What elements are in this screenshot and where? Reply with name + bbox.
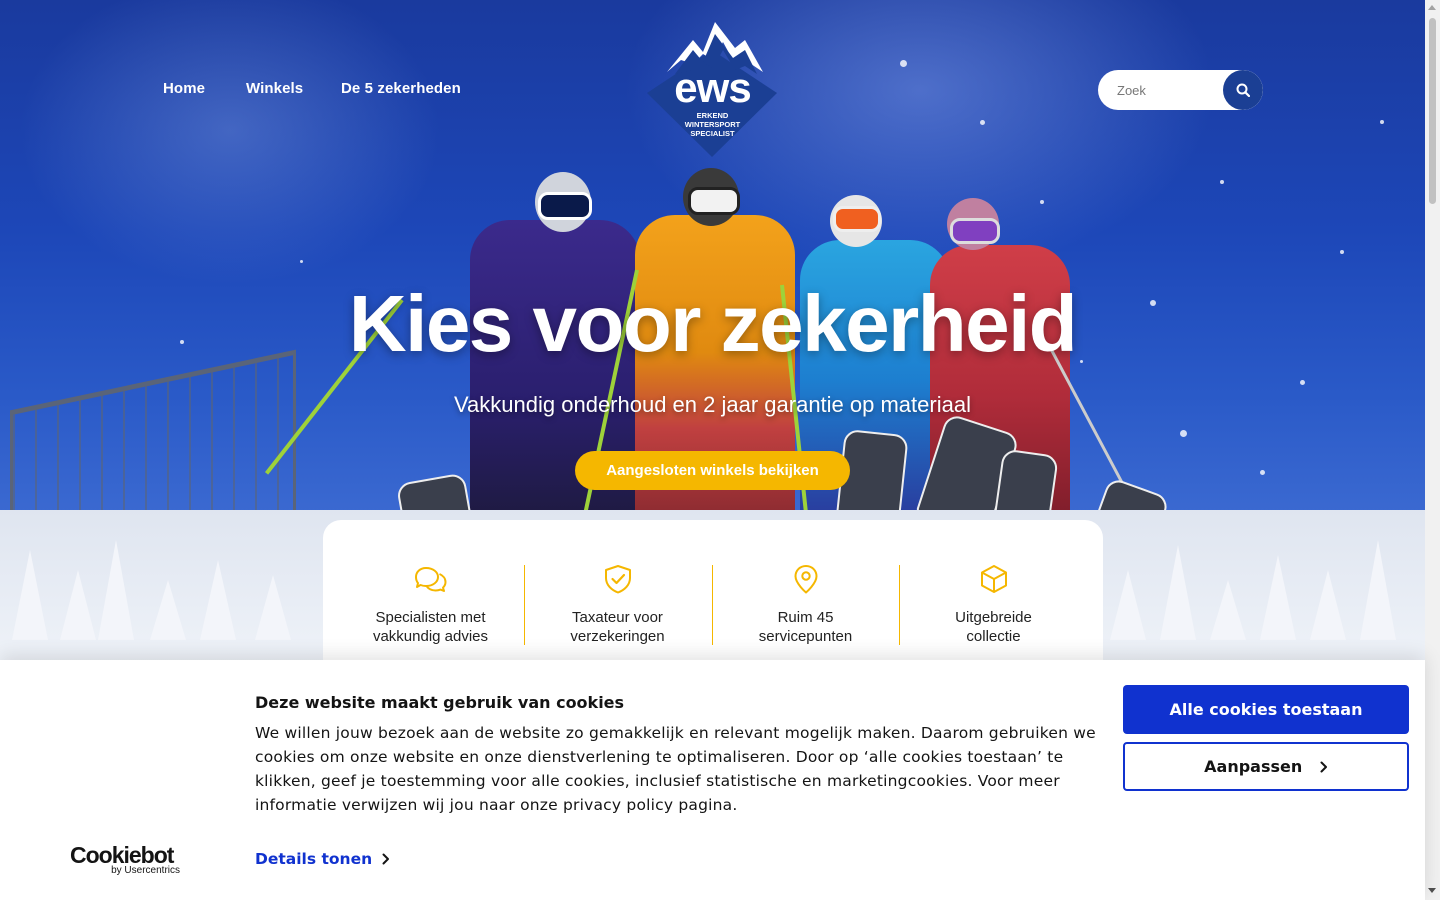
show-details-link[interactable]: Details tonen [255, 850, 390, 868]
nav-link-5-zekerheden[interactable]: De 5 zekerheden [341, 80, 461, 97]
skier-goggles [833, 206, 881, 232]
usp-card: Specialisten met vakkundig advies Taxate… [323, 520, 1103, 660]
cookiebot-logo: Cookiebot by Usercentrics [70, 843, 180, 876]
pine-tree [1110, 570, 1146, 640]
box-icon [980, 565, 1007, 593]
scroll-up-arrow[interactable] [1428, 5, 1436, 10]
skier-goggles [538, 192, 592, 220]
cookie-body-text: We willen jouw bezoek aan de website zo … [255, 724, 1096, 814]
usp-label-line2: servicepunten [758, 628, 853, 645]
customize-cookies-button[interactable]: Aanpassen [1123, 742, 1409, 791]
usp-item-service-points: Ruim 45 servicepunten [712, 564, 899, 646]
snow-particle [300, 260, 303, 263]
pine-tree [255, 575, 291, 640]
map-pin-icon [794, 565, 817, 594]
snow-particle [1380, 120, 1384, 124]
search-icon [1236, 83, 1250, 97]
pine-tree [60, 570, 96, 640]
snow-particle [1180, 430, 1187, 437]
allow-all-cookies-button[interactable]: Alle cookies toestaan [1123, 685, 1409, 734]
chat-bubbles-icon [414, 567, 446, 592]
usp-label-line2: collectie [966, 628, 1021, 645]
snow-particle [1300, 380, 1305, 385]
view-stores-button[interactable]: Aangesloten winkels bekijken [575, 451, 850, 490]
usp-label-line2: vakkundig advies [372, 628, 489, 645]
hero-title: Kies voor zekerheid [348, 279, 1078, 368]
usp-item-advice: Specialisten met vakkundig advies [337, 564, 524, 646]
usp-label-line1: Ruim 45 [777, 609, 834, 626]
usp-label-line1: Specialisten met [375, 609, 486, 626]
scroll-thumb[interactable] [1429, 18, 1436, 204]
pine-tree [1210, 580, 1246, 640]
shield-check-icon [604, 565, 631, 594]
pine-tree [1310, 570, 1346, 640]
pine-tree [12, 550, 48, 640]
usp-label-line2: verzekeringen [570, 628, 665, 645]
snow-particle [1260, 470, 1265, 475]
hero-subtitle: Vakkundig onderhoud en 2 jaar garantie o… [454, 392, 971, 417]
snow-particle [900, 60, 907, 67]
cookie-title: Deze website maakt gebruik van cookies [255, 693, 625, 712]
usp-item-appraiser: Taxateur voor verzekeringen [524, 564, 711, 646]
customize-label: Aanpassen [1204, 757, 1303, 776]
logo-tagline-2: WINTERSPORT [684, 120, 741, 129]
pine-tree [150, 580, 186, 640]
pine-tree [1260, 555, 1296, 640]
usp-label-line1: Uitgebreide [955, 609, 1032, 626]
skier-goggles [688, 187, 740, 215]
nav-link-home[interactable]: Home [163, 80, 205, 97]
usp-label-line1: Taxateur voor [572, 609, 663, 626]
show-details-label: Details tonen [255, 850, 373, 868]
pine-tree [98, 540, 134, 640]
usp-item-collection: Uitgebreide collectie [900, 564, 1087, 646]
logo-text: ews [674, 64, 751, 111]
chevron-right-icon [1320, 761, 1327, 773]
chevron-right-icon [382, 853, 390, 865]
logo-tagline-3: SPECIALIST [690, 129, 735, 138]
ews-logo[interactable]: ews ERKEND WINTERSPORT SPECIALIST [645, 20, 780, 160]
scroll-down-arrow[interactable] [1428, 888, 1436, 893]
nav-link-winkels[interactable]: Winkels [246, 80, 303, 97]
pine-tree [1360, 540, 1396, 640]
pine-tree [1160, 545, 1196, 640]
search-input[interactable] [1098, 70, 1237, 110]
pine-tree [200, 560, 236, 640]
snow-particle [1220, 180, 1224, 184]
search-button[interactable] [1223, 70, 1263, 110]
snow-particle [1340, 250, 1344, 254]
snow-particle [980, 120, 985, 125]
logo-tagline-1: ERKEND [696, 111, 729, 120]
cookiebot-brand: Cookiebot [70, 842, 174, 868]
skier-goggles [950, 218, 1000, 244]
snow-particle [1040, 200, 1044, 204]
page-scrollbar[interactable] [1425, 0, 1440, 900]
search-box [1098, 70, 1263, 110]
cookie-banner: Cookiebot by Usercentrics Deze website m… [0, 660, 1425, 900]
